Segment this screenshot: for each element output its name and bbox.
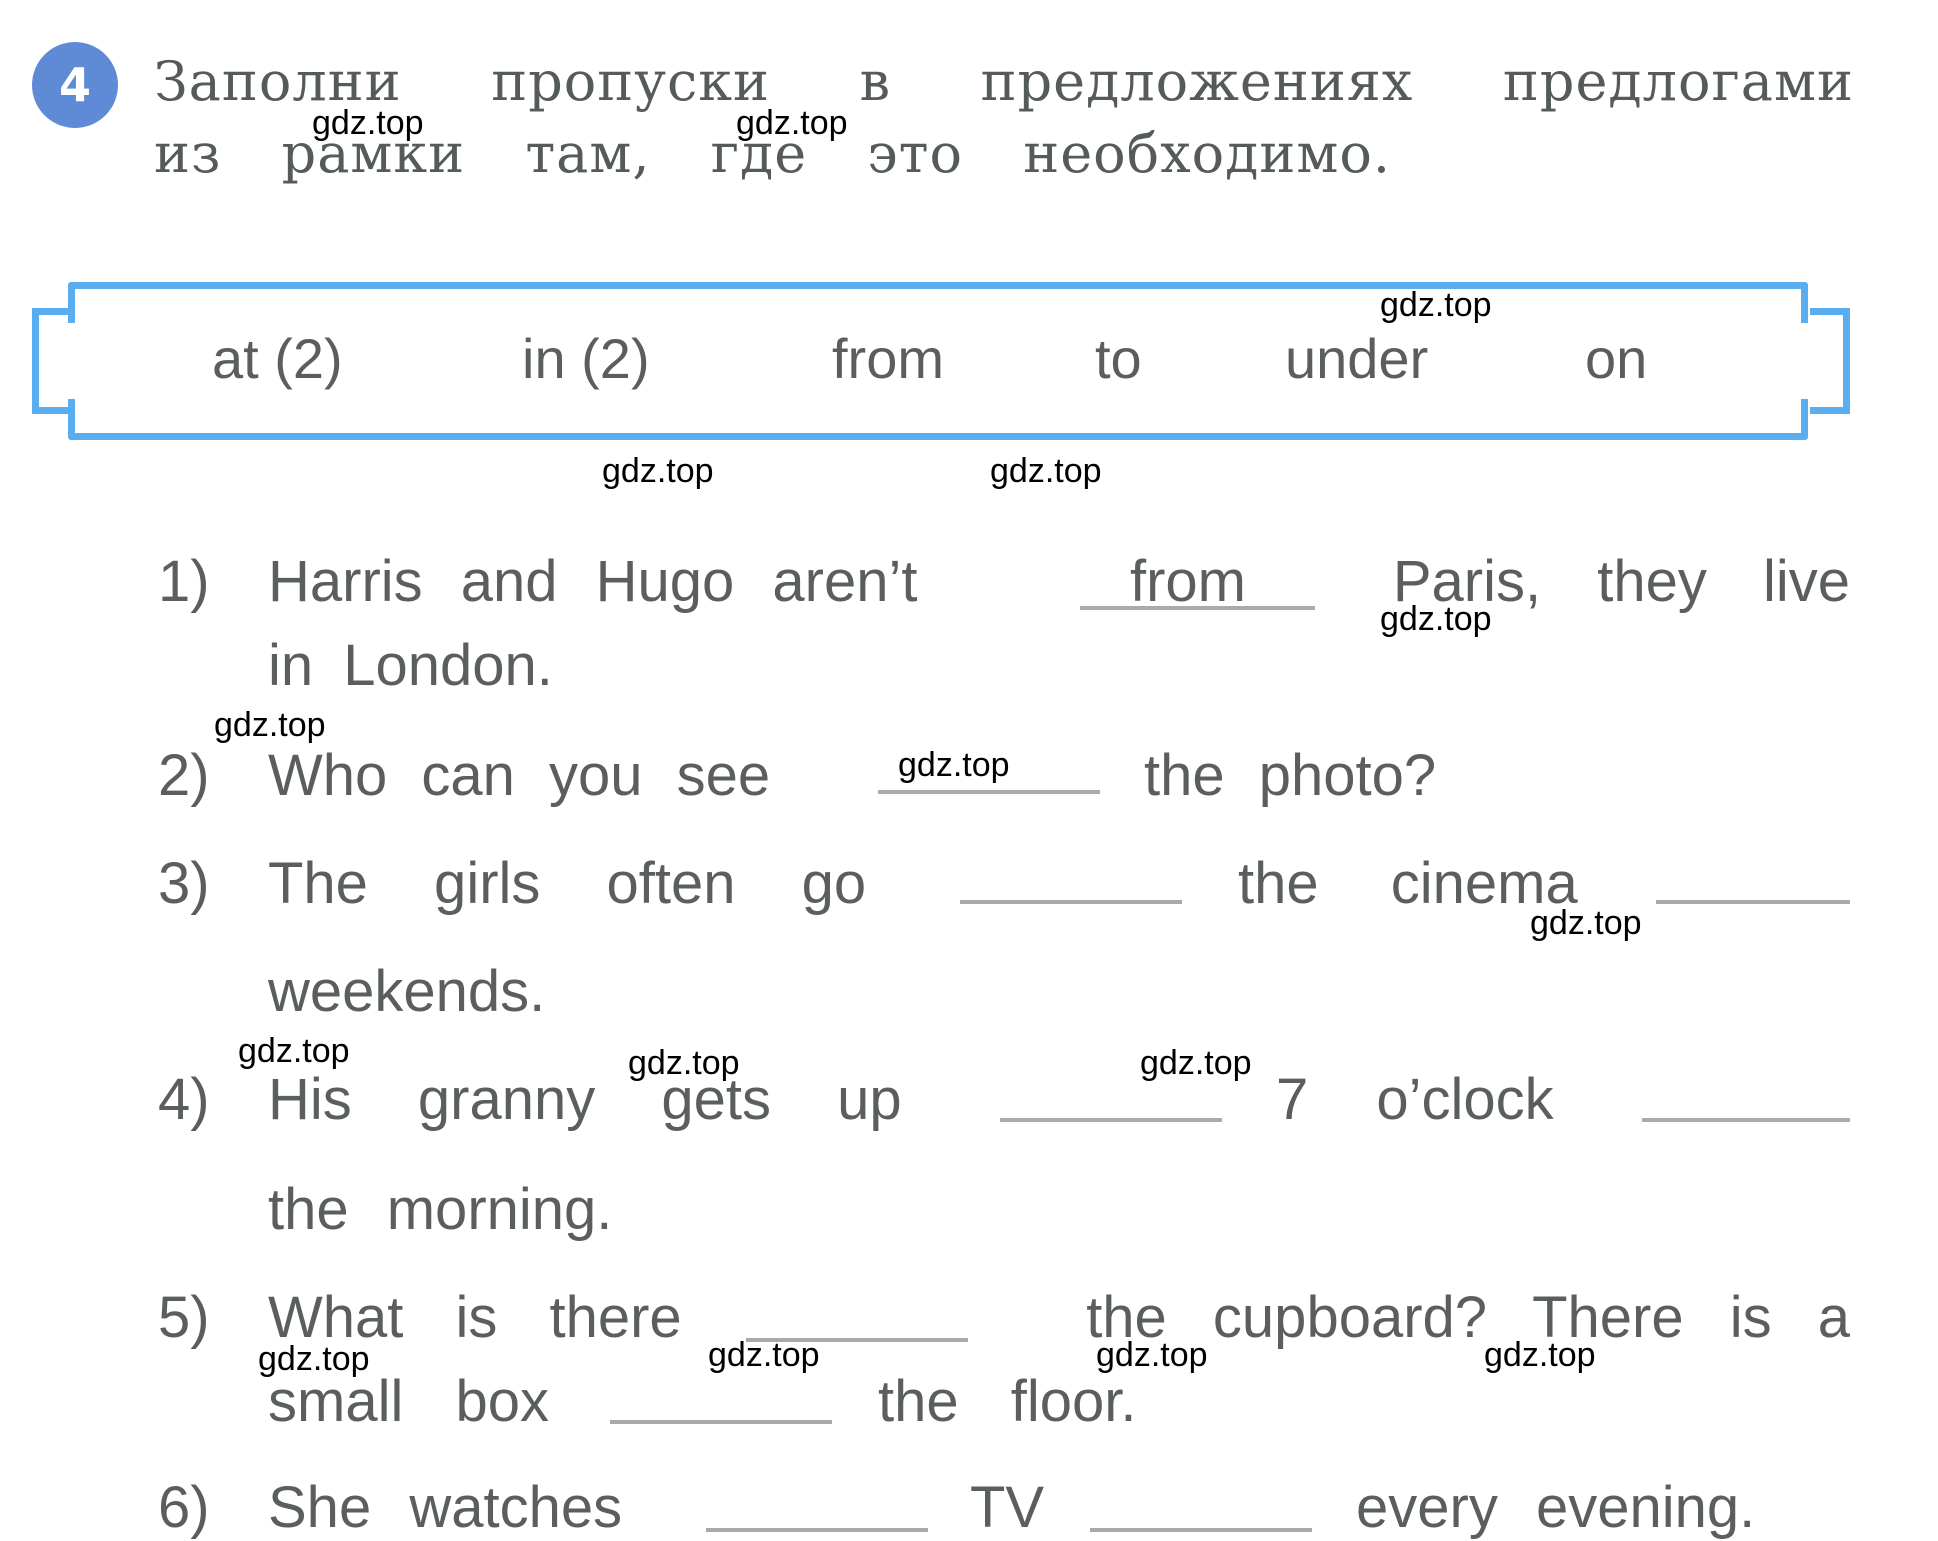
- word-box-item: under: [1285, 327, 1429, 390]
- word-box-item: at (2): [212, 327, 343, 390]
- answer-blank[interactable]: [1642, 1118, 1850, 1122]
- sentence-1-line-2: in London.: [268, 633, 553, 698]
- answer-blank[interactable]: [610, 1420, 832, 1424]
- watermark: gdz.top: [1380, 286, 1492, 324]
- sentence-6: 6) She watches: [158, 1475, 623, 1540]
- watermark: gdz.top: [1484, 1336, 1596, 1374]
- watermark: gdz.top: [1096, 1336, 1208, 1374]
- instruction-word: там,: [525, 122, 651, 185]
- sentence-2: 2) Who can you see: [158, 743, 771, 808]
- instruction-word: предложениях: [980, 50, 1414, 113]
- word-box-item: to: [1095, 327, 1142, 390]
- answer-blank[interactable]: [1000, 1118, 1222, 1122]
- filled-answer: from: [1130, 549, 1246, 614]
- watermark: gdz.top: [1530, 904, 1642, 942]
- watermark: gdz.top: [238, 1032, 350, 1070]
- answer-blank[interactable]: [1656, 900, 1850, 904]
- watermark: gdz.top: [602, 452, 714, 490]
- watermark: gdz.top: [736, 104, 848, 142]
- watermark: gdz.top: [1140, 1044, 1252, 1082]
- instruction-word: это: [867, 122, 964, 185]
- watermark: gdz.top: [258, 1340, 370, 1378]
- word-box-left-tab: [32, 308, 72, 414]
- watermark: gdz.top: [312, 104, 424, 142]
- instruction-word: необходимо.: [1023, 122, 1392, 185]
- answer-blank[interactable]: [1090, 1528, 1312, 1532]
- sentence-4-mid: 7 o’clock: [1276, 1067, 1554, 1132]
- watermark: gdz.top: [214, 706, 326, 744]
- instruction-word: предлогами: [1502, 50, 1854, 113]
- watermark: gdz.top: [898, 746, 1010, 784]
- word-box-right-tab: [1810, 308, 1850, 414]
- word-box-item: on: [1585, 327, 1648, 390]
- answer-blank[interactable]: [960, 900, 1182, 904]
- instruction-word: в: [859, 50, 892, 113]
- sentence-5-end: the floor.: [878, 1369, 1137, 1434]
- sentence-5: 5) What is there: [158, 1285, 682, 1350]
- watermark: gdz.top: [990, 452, 1102, 490]
- instruction-word: из: [154, 122, 222, 185]
- sentence-1: 1) Harris and Hugo aren’t: [158, 549, 918, 614]
- watermark: gdz.top: [708, 1336, 820, 1374]
- answer-blank[interactable]: [878, 790, 1100, 794]
- instruction-word: пропуски: [491, 50, 771, 113]
- sentence-3-mid: the cinema: [1238, 851, 1578, 916]
- word-box-item: in (2): [522, 327, 650, 390]
- sentence-4: 4) His granny gets up: [158, 1067, 902, 1132]
- answer-blank[interactable]: [706, 1528, 928, 1532]
- word-box-item: from: [832, 327, 944, 390]
- sentence-2-end: the photo?: [1144, 743, 1437, 808]
- watermark: gdz.top: [1380, 600, 1492, 638]
- answer-blank[interactable]: from: [1080, 548, 1315, 614]
- sentence-6-end: every evening.: [1356, 1475, 1756, 1540]
- watermark: gdz.top: [628, 1044, 740, 1082]
- sentence-3-line-2: weekends.: [268, 959, 546, 1024]
- exercise-number-badge: 4: [32, 42, 118, 128]
- sentence-6-mid: TV: [970, 1475, 1045, 1540]
- sentence-3: 3) The girls often go: [158, 851, 867, 916]
- sentence-4-line-2: the morning.: [268, 1177, 613, 1242]
